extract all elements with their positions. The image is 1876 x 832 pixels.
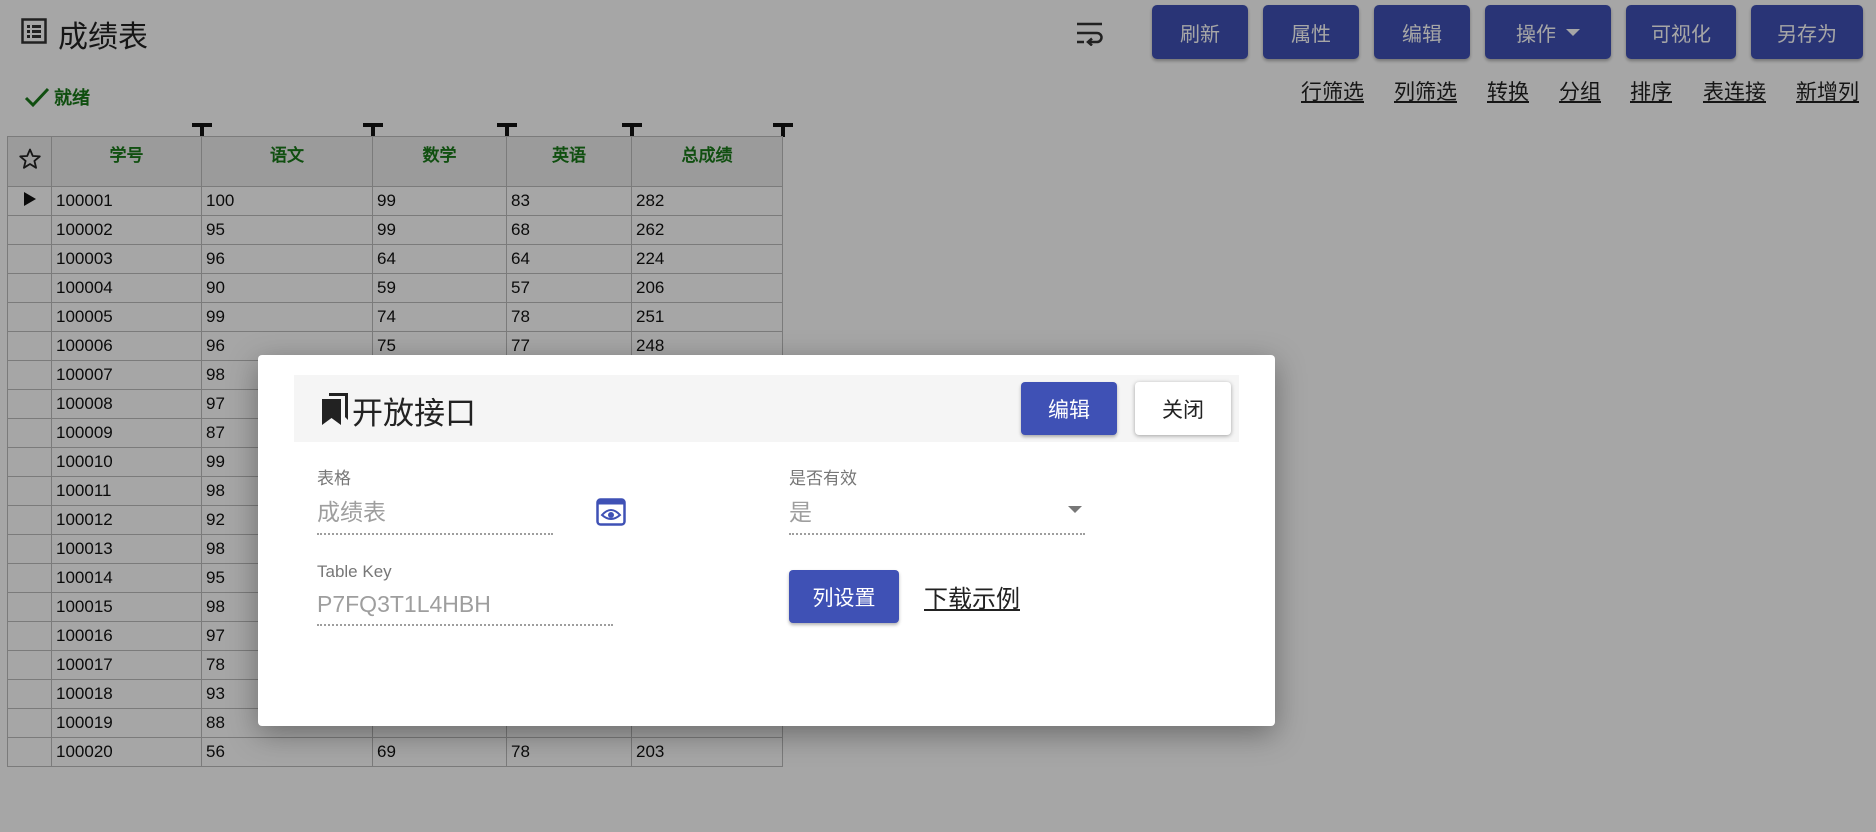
dialog-title: 开放接口 — [352, 396, 476, 431]
bookmarks-icon — [322, 393, 348, 425]
table-field: 成绩表 — [317, 493, 553, 535]
table-key-field: P7FQ3T1L4HBH — [317, 591, 613, 626]
dialog-header: 开放接口 编辑 关闭 — [294, 375, 1239, 442]
eye-icon[interactable] — [596, 498, 626, 526]
page: 成绩表 刷新 属性 编辑 操作 可视化 另存为 就绪 行筛选 列筛选 转换 分组… — [0, 0, 1876, 832]
valid-select[interactable]: 是 — [789, 493, 1085, 535]
table-field-label: 表格 — [317, 469, 351, 488]
dialog-close-button[interactable]: 关闭 — [1135, 382, 1231, 435]
table-key-label: Table Key — [317, 562, 392, 581]
download-example-link[interactable]: 下载示例 — [924, 579, 1020, 614]
valid-field-label: 是否有效 — [789, 469, 857, 488]
open-api-dialog: 开放接口 编辑 关闭 表格 成绩表 是否有效 是 Table Key P7FQ3… — [258, 355, 1275, 726]
chevron-down-icon[interactable] — [1068, 506, 1082, 513]
column-settings-button[interactable]: 列设置 — [789, 570, 899, 623]
dialog-edit-button[interactable]: 编辑 — [1021, 382, 1117, 435]
